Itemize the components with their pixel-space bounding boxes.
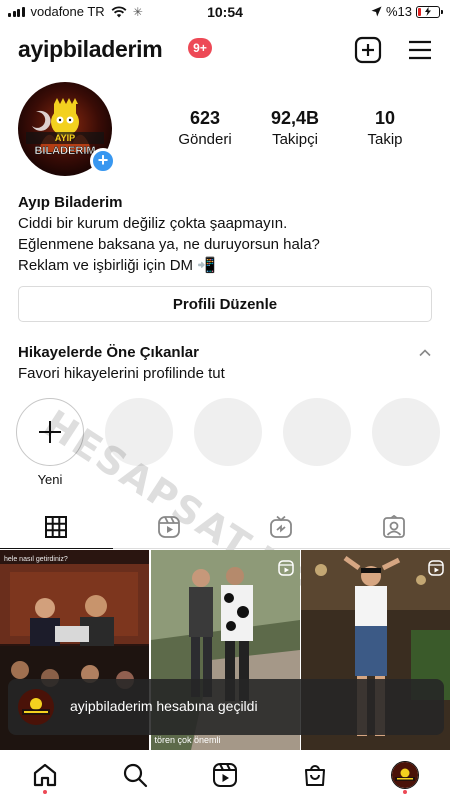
post-caption: hele nasıl getirdiniz? [4,556,68,563]
highlights-subtitle: Favori hikayelerini profilinde tut [18,365,225,382]
header-username[interactable]: ayipbiladerim [18,36,163,63]
new-highlight-label: Yeni [37,472,63,487]
bio-line: Ciddi bir kurum değiliz çokta şaapmayın. [18,215,288,232]
menu-icon[interactable] [406,36,434,64]
stat-followers-label: Takipçi [272,131,318,148]
highlight-placeholder [372,398,440,466]
tab-igtv[interactable] [225,505,338,548]
edit-profile-button[interactable]: Profili Düzenle [18,286,432,322]
nav-shop[interactable] [270,750,360,800]
plus-square-icon[interactable] [354,36,382,64]
tagged-icon [382,514,405,538]
profile-bio: Ayıp Biladerim Ciddi bir kurum değiliz ç… [18,192,438,276]
location-arrow-icon [371,6,382,17]
toast-message: ayipbiladerim hesabına geçildi [70,698,258,714]
nav-search[interactable] [90,750,180,800]
highlight-placeholder [194,398,262,466]
grid-icon [45,515,68,538]
stat-posts-label: Gönderi [178,131,232,148]
notification-dot [403,790,407,794]
profile-stats: 623 Gönderi 92,4B Takipçi 10 Takip [160,108,430,148]
notification-badge[interactable]: 9+ [188,38,212,58]
nav-profile[interactable] [360,750,450,800]
profile-header: ayipbiladerim 9+ [0,30,450,70]
nav-home[interactable] [0,750,90,800]
svg-text:BILADERIM: BILADERIM [34,145,95,157]
stat-followers[interactable]: 92,4B Takipçi [250,108,340,148]
add-story-button[interactable]: + [90,148,116,174]
tab-tagged[interactable] [338,505,450,548]
display-name: Ayıp Biladerim [18,194,123,211]
battery-icon [416,5,443,18]
chevron-up-icon[interactable] [418,346,432,360]
profile-tabs [0,505,450,549]
stat-posts-value: 623 [189,108,221,128]
bio-line: Reklam ve işbirliği için DM 📲 [18,257,216,274]
highlight-placeholder [105,398,173,466]
plus-icon [39,421,61,443]
home-icon [33,763,57,787]
tab-grid[interactable] [0,505,113,549]
stat-following-label: Takip [367,131,403,148]
account-switch-toast: ayipbiladerim hesabına geçildi [8,679,444,735]
bottom-navigation [0,750,450,800]
highlight-placeholder [283,398,351,466]
post-overlay-text: tören çok önemli [154,735,221,745]
new-highlight-button[interactable] [16,398,84,466]
reels-icon [428,560,444,576]
nav-reels[interactable] [180,750,270,800]
profile-avatar [391,761,419,789]
stat-posts[interactable]: 623 Gönderi [160,108,250,148]
shop-icon [305,765,325,786]
battery-percent: %13 [385,4,412,19]
status-bar: vodafone TR ✳ 10:54 %13 [0,0,450,24]
bio-line: Eğlenmene baksana ya, ne duruyorsun hala… [18,236,320,253]
notification-dot [43,790,47,794]
profile-avatar-wrapper[interactable]: AYIP BILADERIM + [18,82,116,176]
highlights-title: Hikayelerde Öne Çıkanlar [18,344,199,361]
stat-following-value: 10 [374,108,396,128]
reels-icon [157,515,180,538]
igtv-icon [270,515,293,538]
stat-following[interactable]: 10 Takip [340,108,430,148]
svg-text:AYIP: AYIP [55,133,75,143]
toast-avatar [18,689,54,725]
tab-reels[interactable] [113,505,226,548]
reels-icon [213,763,237,787]
highlights-row: Yeni [0,398,450,488]
search-icon [123,763,148,788]
stat-followers-value: 92,4B [270,108,320,128]
reels-icon [277,560,294,576]
